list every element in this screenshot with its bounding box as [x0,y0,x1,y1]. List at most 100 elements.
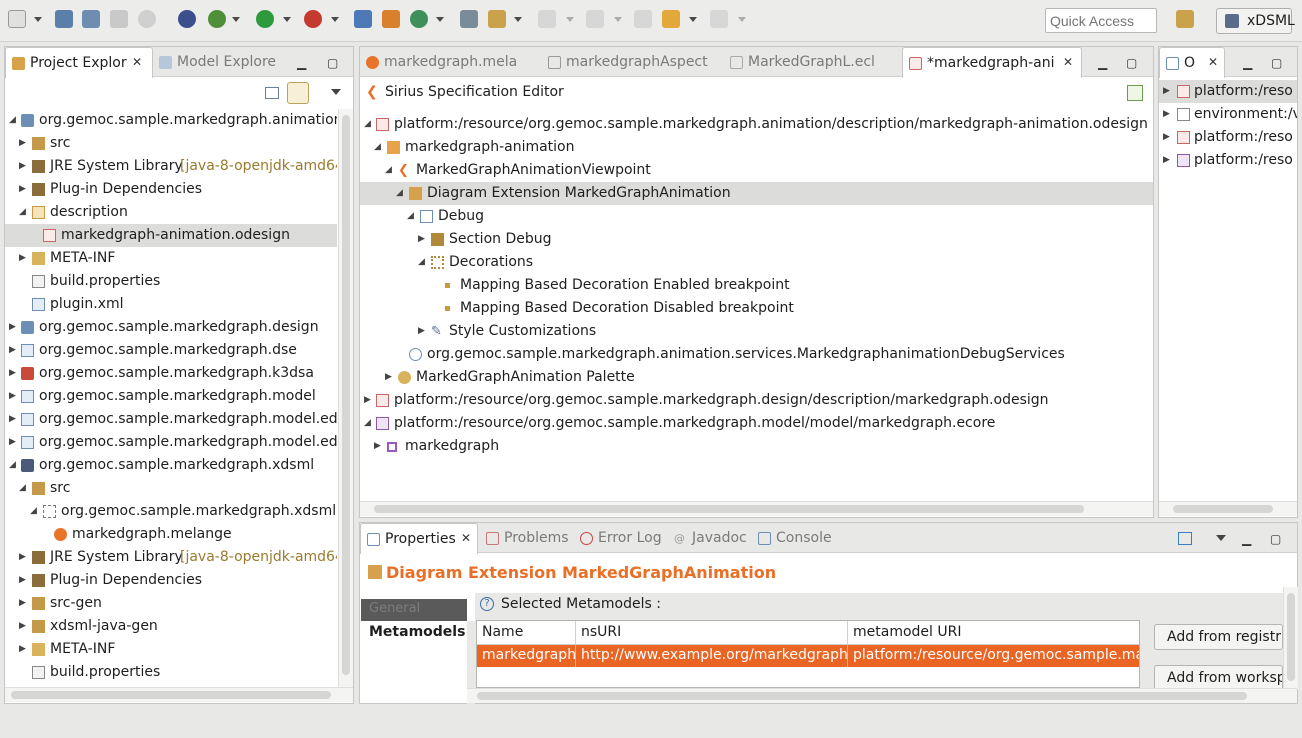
tree-item[interactable]: ◢ platform:/resource/org.gemoc.sample.mar… [360,113,1153,136]
save-icon[interactable] [55,10,73,28]
minimize-icon[interactable]: ▁ [1098,56,1107,70]
tree-item[interactable]: ▶ platform:/resource/org.gemoc.sample.mar… [360,389,1153,412]
back-icon[interactable] [662,10,680,28]
print-icon[interactable] [110,10,128,28]
scrollbar-thumb[interactable] [477,692,1247,700]
tree-item[interactable]: Mapping Based Decoration Enabled breakpo… [360,274,1153,297]
tree-item[interactable]: ▶ META-INF [5,247,337,270]
minimize-icon[interactable]: ▁ [297,56,306,70]
new-interface-icon[interactable] [410,10,428,28]
side-tab-metamodels[interactable]: Metamodels [361,621,467,645]
tab-error-log[interactable]: Error Log [574,523,666,553]
tree-item[interactable]: org.gemoc.sample.markedgraph.animation.s… [360,343,1153,366]
tree-item[interactable]: ▶ MarkedGraphAnimation Palette [360,366,1153,389]
debug-dropdown-icon[interactable] [232,17,240,22]
tree-item[interactable]: ▶ src [5,132,337,155]
maximize-icon[interactable]: ▢ [1126,56,1137,70]
tree-item[interactable]: ◢ src [5,477,337,500]
properties-vscrollbar[interactable] [1283,587,1298,689]
side-tab-general[interactable]: General [361,599,467,621]
tree-item[interactable]: ◢ org.gemoc.sample.markedgraph.xdsml [5,454,337,477]
properties-hscrollbar[interactable] [467,688,1297,703]
tree-item[interactable]: ▶ org.gemoc.sample.markedgraph.model [5,385,337,408]
tree-item-selected[interactable]: markedgraph-animation.odesign [5,224,337,247]
pin-view-icon[interactable] [1178,532,1192,545]
minimize-icon[interactable]: ▁ [1242,532,1251,546]
collapse-all-icon[interactable] [265,87,279,99]
scrollbar-thumb[interactable] [11,691,331,699]
tree-item[interactable]: ▶ xdsml-java-gen [5,615,337,638]
table-cell-name[interactable]: markedgraph [477,645,576,667]
tab-markedgraph-melange[interactable]: markedgraph.mela [360,47,540,77]
tree-item[interactable]: ▶ META-INF [5,638,337,661]
view-menu-icon[interactable] [331,89,341,95]
gemoc-icon[interactable] [178,10,196,28]
forward-icon[interactable] [710,10,728,28]
close-icon[interactable]: ✕ [1063,55,1073,69]
tree-item[interactable]: plugin.xml [5,293,337,316]
column-header-nsuri[interactable]: nsURI [576,621,848,645]
close-icon[interactable]: ✕ [132,55,142,69]
project-tree-vscrollbar[interactable] [338,109,353,687]
forward-dropdown-icon[interactable] [738,17,746,22]
tree-item[interactable]: ◢ Debug [360,205,1153,228]
new-icon[interactable] [8,10,26,28]
next-annotation-dropdown-icon[interactable] [566,17,574,22]
maximize-icon[interactable]: ▢ [1271,56,1282,70]
tree-item[interactable]: ▶ JRE System Library [java-8-openjdk-amd64… [5,155,337,178]
previous-annotation-dropdown-icon[interactable] [614,17,622,22]
run-icon[interactable] [256,10,274,28]
new-interface-dropdown-icon[interactable] [436,17,444,22]
open-perspective-icon[interactable] [1176,10,1194,28]
tree-item[interactable]: ▶ markedgraph [360,435,1153,458]
external-tools-icon[interactable] [304,10,322,28]
tree-item[interactable]: ◢ ❮ MarkedGraphAnimationViewpoint [360,159,1153,182]
tab-outline[interactable]: O ✕ [1159,47,1225,78]
pointer-icon[interactable] [138,10,156,28]
tab-properties[interactable]: Properties ✕ [360,523,478,554]
tree-item[interactable]: ▶ org.gemoc.sample.markedgraph.model.edit [5,431,337,454]
table-cell-metamodel-uri[interactable]: platform:/resource/org.gemoc.sample.ma [848,645,1139,667]
tree-item[interactable]: build.properties [5,661,337,684]
search-icon[interactable] [488,10,506,28]
tree-item[interactable]: ◢ org.gemoc.sample.markedgraph.animation [5,109,337,132]
tree-item[interactable]: ▶ JRE System Library [java-8-openjdk-amd64… [5,546,337,569]
scrollbar-thumb[interactable] [1287,593,1295,681]
maximize-icon[interactable]: ▢ [327,56,338,70]
tree-item[interactable]: ◢ platform:/resource/org.gemoc.sample.mar… [360,412,1153,435]
tree-item[interactable]: ▶ Section Debug [360,228,1153,251]
quick-access-input[interactable] [1045,8,1157,33]
previous-annotation-icon[interactable] [586,10,604,28]
tree-item[interactable]: ◢ org.gemoc.sample.markedgraph.xdsml [5,500,337,523]
tab-model-explorer[interactable]: Model Explore [153,47,283,77]
debug-icon[interactable] [208,10,226,28]
column-header-name[interactable]: Name [477,621,576,645]
new-dropdown-icon[interactable] [34,17,42,22]
tree-item[interactable]: ◢ description [5,201,337,224]
tree-item[interactable]: ◢ markedgraph-animation [360,136,1153,159]
scrollbar-thumb[interactable] [342,115,350,675]
scrollbar-thumb[interactable] [374,505,1084,513]
outline-hscrollbar[interactable] [1159,501,1297,516]
save-all-icon[interactable] [82,10,100,28]
tree-item[interactable]: ▶ org.gemoc.sample.markedgraph.dse [5,339,337,362]
close-icon[interactable]: ✕ [461,531,471,545]
next-annotation-icon[interactable] [538,10,556,28]
project-tree-hscrollbar[interactable] [5,687,353,702]
open-type-icon[interactable] [460,10,478,28]
link-with-editor-icon[interactable] [287,82,309,104]
maximize-icon[interactable]: ▢ [1270,532,1281,546]
tree-item[interactable]: markedgraph.melange [5,523,337,546]
tab-console[interactable]: Console [752,523,842,553]
outline-item[interactable]: ▶ platform:/reso [1159,149,1297,172]
new-java-package-icon[interactable] [354,10,372,28]
tree-item[interactable]: ▶ ✎ Style Customizations [360,320,1153,343]
add-from-registry-button[interactable]: Add from registr [1154,624,1283,650]
new-class-icon[interactable] [382,10,400,28]
last-edit-icon[interactable] [634,10,652,28]
tree-item[interactable]: ▶ org.gemoc.sample.markedgraph.model.edit [5,408,337,431]
tree-item[interactable]: ▶ org.gemoc.sample.markedgraph.design [5,316,337,339]
outline-item[interactable]: ▶ environment:/v [1159,103,1297,126]
scrollbar-thumb[interactable] [1173,505,1273,513]
search-dropdown-icon[interactable] [514,17,522,22]
